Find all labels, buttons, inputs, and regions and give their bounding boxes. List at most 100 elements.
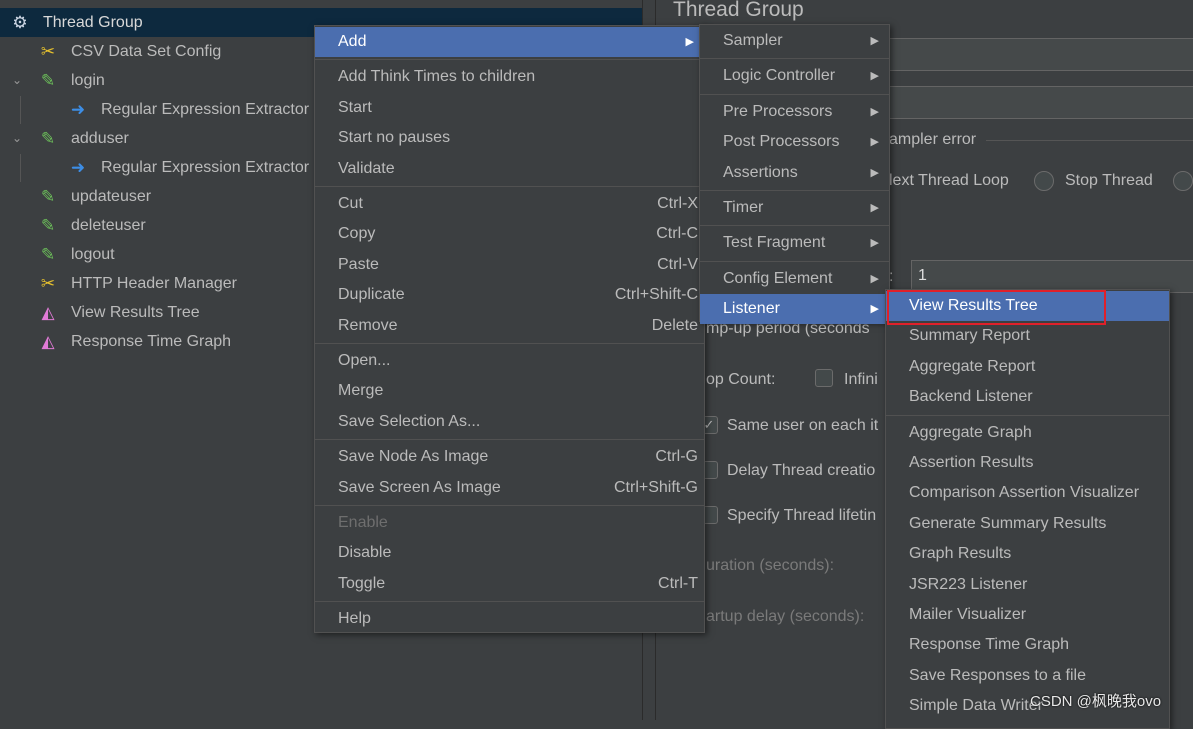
- menu-item-label: Simple Data Writer: [909, 697, 1043, 715]
- tree-item-label: logout: [71, 246, 115, 263]
- listener-menu-item-backend-listener[interactable]: Backend Listener: [886, 382, 1169, 412]
- menu-separator: [700, 225, 889, 227]
- listener-menu-item-generate-summary-results[interactable]: Generate Summary Results: [886, 509, 1169, 539]
- menu-item-label: Comparison Assertion Visualizer: [909, 484, 1140, 502]
- pipette-icon: ✎: [40, 187, 56, 206]
- add-menu-item-listener[interactable]: Listener ▶: [700, 294, 889, 325]
- menu-item-label: Save Screen As Image: [338, 478, 501, 496]
- context-menu-item-open[interactable]: Open...: [315, 346, 704, 376]
- listener-menu-item-summary-report[interactable]: Summary Report: [886, 321, 1169, 351]
- pipette-icon: ✎: [40, 71, 56, 90]
- wrench-screwdriver-icon: ✂: [40, 274, 56, 293]
- menu-item-label: Help: [338, 610, 371, 628]
- add-menu-item-post-processors[interactable]: Post Processors ▶: [700, 127, 889, 157]
- context-menu-item-paste[interactable]: Paste Ctrl-V: [315, 250, 704, 280]
- menu-item-label: Disable: [338, 544, 392, 562]
- menu-item-label: Assertion Results: [909, 454, 1034, 471]
- listener-menu-item-assertion-results[interactable]: Assertion Results: [886, 448, 1169, 478]
- context-menu-item-save-selection-as[interactable]: Save Selection As...: [315, 407, 704, 437]
- menu-item-label: Add Think Times to children: [338, 68, 536, 86]
- context-menu: Add ▶ Add Think Times to children Start Star…: [314, 25, 705, 633]
- wrench-screwdriver-icon: ✂: [40, 42, 56, 61]
- listener-menu-item-aggregate-graph[interactable]: Aggregate Graph: [886, 418, 1169, 448]
- shortcut-label: Ctrl-X: [657, 195, 698, 212]
- threads-value: 1: [918, 267, 927, 284]
- pipette-icon: ✎: [40, 245, 56, 264]
- menu-item-label: Enable: [338, 514, 388, 531]
- tree-item-label: Response Time Graph: [71, 333, 232, 350]
- context-menu-item-add[interactable]: Add ▶: [315, 27, 704, 57]
- shortcut-label: Ctrl+Shift-G: [613, 478, 698, 496]
- infinite-checkbox[interactable]: [815, 369, 833, 387]
- tree-item-label: login: [71, 72, 105, 89]
- submenu-arrow-icon: ▶: [870, 166, 879, 179]
- context-menu-item-merge[interactable]: Merge: [315, 376, 704, 406]
- listener-graph-icon: ◭: [41, 332, 55, 351]
- extractor-icon: ➜: [70, 100, 86, 119]
- tree-item-label: deleteuser: [71, 217, 146, 234]
- listener-menu-item-mailer-visualizer[interactable]: Mailer Visualizer: [886, 600, 1169, 630]
- menu-item-label: Test Fragment: [723, 234, 826, 252]
- context-menu-item-cut[interactable]: Cut Ctrl-X: [315, 189, 704, 219]
- context-menu-item-remove[interactable]: Remove Delete: [315, 311, 704, 341]
- menu-item-label: Generate Summary Results: [909, 514, 1107, 532]
- menu-item-label: Post Processors: [723, 133, 840, 151]
- menu-separator: [700, 260, 889, 262]
- submenu-arrow-icon: ▶: [870, 105, 879, 118]
- chevron-down-icon[interactable]: ⌄: [12, 66, 22, 95]
- menu-item-label: Graph Results: [909, 545, 1012, 563]
- menu-item-label: Aggregate Graph: [909, 423, 1032, 441]
- context-menu-item-validate[interactable]: Validate: [315, 154, 704, 184]
- submenu-arrow-icon: ▶: [870, 303, 879, 316]
- listener-menu-item-comparison-assertion-visualizer[interactable]: Comparison Assertion Visualizer: [886, 478, 1169, 508]
- add-menu-item-test-fragment[interactable]: Test Fragment ▶: [700, 228, 889, 258]
- listener-menu-item-jsr223-listener[interactable]: JSR223 Listener: [886, 570, 1169, 600]
- menu-item-label: Pre Processors: [723, 102, 833, 120]
- menu-item-label: Sampler: [723, 32, 783, 49]
- listener-menu-item-response-time-graph[interactable]: Response Time Graph: [886, 630, 1169, 660]
- listener-menu-item-aggregate-report[interactable]: Aggregate Report: [886, 352, 1169, 382]
- add-menu-item-config-element[interactable]: Config Element ▶: [700, 264, 889, 294]
- startup-delay-label: artup delay (seconds):: [706, 608, 865, 625]
- context-menu-item-duplicate[interactable]: Duplicate Ctrl+Shift-C: [315, 280, 704, 310]
- add-menu-item-timer[interactable]: Timer ▶: [700, 193, 889, 223]
- context-menu-item-save-screen-as-image[interactable]: Save Screen As Image Ctrl+Shift-G: [315, 473, 704, 503]
- context-menu-item-toggle[interactable]: Toggle Ctrl-T: [315, 569, 704, 599]
- menu-item-label: Start: [338, 98, 372, 116]
- add-menu-item-sampler[interactable]: Sampler ▶: [700, 26, 889, 56]
- extractor-icon: ➜: [70, 158, 86, 177]
- next-loop-label: lext Thread Loop: [889, 172, 1009, 189]
- context-menu-item-start-no-pauses[interactable]: Start no pauses: [315, 123, 704, 153]
- context-menu-item-disable[interactable]: Disable: [315, 538, 704, 568]
- add-menu-item-pre-processors[interactable]: Pre Processors ▶: [700, 97, 889, 127]
- listener-menu-item-view-results-tree[interactable]: View Results Tree: [886, 291, 1169, 321]
- panel-title: Thread Group: [673, 0, 804, 21]
- stop-test-radio[interactable]: [1173, 171, 1193, 191]
- menu-item-label: Open...: [338, 352, 391, 369]
- listener-submenu: View Results Tree Summary Report Aggregate…: [885, 289, 1170, 729]
- menu-item-label: Logic Controller: [723, 67, 836, 85]
- context-menu-item-save-node-as-image[interactable]: Save Node As Image Ctrl-G: [315, 442, 704, 472]
- submenu-arrow-icon: ▶: [870, 70, 879, 83]
- shortcut-label: Ctrl-T: [658, 574, 698, 592]
- sampler-error-label: ampler error: [889, 131, 977, 148]
- submenu-arrow-icon: ▶: [870, 237, 879, 250]
- menu-separator: [315, 186, 704, 187]
- menu-item-label: Aggregate Report: [909, 357, 1036, 375]
- pipette-icon: ✎: [40, 129, 56, 148]
- add-menu-item-logic-controller[interactable]: Logic Controller ▶: [700, 61, 889, 91]
- stop-thread-radio[interactable]: [1034, 171, 1054, 191]
- submenu-arrow-icon: ▶: [685, 36, 694, 48]
- listener-menu-item-graph-results[interactable]: Graph Results: [886, 539, 1169, 569]
- context-menu-item-start[interactable]: Start: [315, 93, 704, 123]
- context-menu-item-help[interactable]: Help: [315, 604, 704, 634]
- menu-separator: [315, 59, 704, 61]
- listener-menu-item-save-responses-to-a-file[interactable]: Save Responses to a file: [886, 661, 1169, 691]
- chevron-down-icon[interactable]: ⌄: [12, 124, 22, 153]
- menu-item-label: Cut: [338, 195, 363, 212]
- add-menu-item-assertions[interactable]: Assertions ▶: [700, 158, 889, 188]
- menu-item-label: Response Time Graph: [909, 636, 1070, 654]
- context-menu-item-copy[interactable]: Copy Ctrl-C: [315, 219, 704, 249]
- menu-separator: [315, 343, 704, 344]
- context-menu-item-add-think-times-to-children[interactable]: Add Think Times to children: [315, 62, 704, 92]
